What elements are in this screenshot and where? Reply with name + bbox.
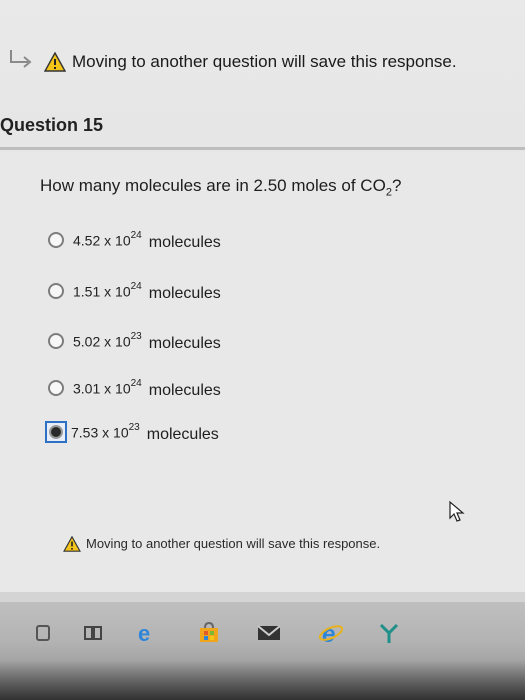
option-value: 1.51 x 1024 [73, 280, 142, 300]
top-warning-message: Moving to another question will save thi… [72, 52, 457, 71]
radio-button[interactable] [48, 380, 64, 396]
svg-text:e: e [138, 621, 150, 645]
option-unit: molecules [148, 382, 221, 399]
question-text-end: ? [391, 176, 402, 195]
question-text: How many molecules are in 2.50 moles of … [40, 176, 401, 198]
warning-icon [44, 52, 66, 72]
option-value: 7.53 x 1023 [71, 421, 140, 441]
option-unit: molecules [146, 426, 219, 443]
screen-bezel-shadow [0, 660, 525, 700]
radio-dot [49, 425, 63, 439]
mail-icon[interactable] [256, 620, 282, 646]
answer-option-3[interactable]: 5.02 x 1023 molecules [48, 329, 221, 353]
mouse-cursor-icon [449, 500, 465, 522]
answer-option-1[interactable]: 4.52 x 1024 molecules [48, 228, 221, 252]
warning-icon [63, 536, 81, 552]
question-text-main: How many molecules are in 2.50 moles of … [40, 176, 386, 195]
radio-button[interactable] [48, 333, 64, 349]
answer-option-4[interactable]: 3.01 x 1024 molecules [48, 376, 221, 400]
question-number: Question 15 [0, 115, 104, 135]
store-icon[interactable] [196, 620, 222, 646]
bottom-warning-message: Moving to another question will save thi… [86, 536, 381, 551]
question-panel [0, 152, 525, 592]
task-view-icon[interactable] [80, 620, 106, 646]
option-unit: molecules [148, 335, 221, 352]
start-icon[interactable] [30, 620, 56, 646]
redirect-arrow-icon [10, 50, 32, 68]
edge-icon[interactable]: e [134, 620, 160, 646]
radio-button[interactable] [48, 232, 64, 248]
answer-option-2[interactable]: 1.51 x 1024 molecules [48, 279, 221, 303]
option-value: 4.52 x 1024 [73, 229, 142, 249]
option-value: 5.02 x 1023 [73, 330, 142, 350]
option-unit: molecules [148, 234, 221, 251]
header-divider [0, 147, 525, 150]
quiz-page: Moving to another question will save thi… [0, 0, 525, 700]
radio-button-selected[interactable] [45, 421, 67, 443]
answer-option-5[interactable]: 7.53 x 1023 molecules [45, 420, 219, 444]
settings-icon[interactable] [376, 620, 402, 646]
radio-button[interactable] [48, 283, 64, 299]
ie-icon[interactable]: e [318, 620, 344, 646]
option-value: 3.01 x 1024 [73, 377, 142, 397]
option-unit: molecules [148, 285, 221, 302]
svg-text:e: e [322, 621, 335, 646]
